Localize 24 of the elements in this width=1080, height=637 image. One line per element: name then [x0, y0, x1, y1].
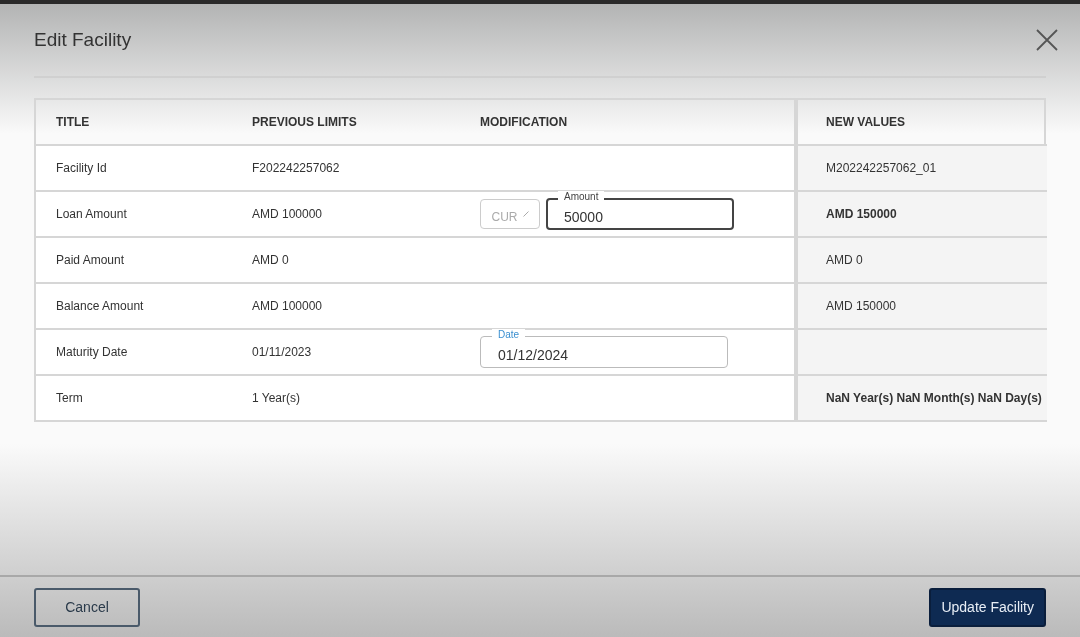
new-value: M202242257062_01 [794, 146, 1047, 192]
row-title: Facility Id [36, 146, 232, 192]
row-title: Term [36, 376, 232, 422]
previous-value: 01/11/2023 [232, 330, 460, 376]
cancel-button[interactable]: Cancel [34, 587, 140, 627]
new-value: AMD 150000 [794, 192, 1047, 238]
row-title: Balance Amount [36, 284, 232, 330]
previous-value: AMD 0 [232, 238, 460, 284]
amount-field[interactable]: Amount 50000 [546, 190, 734, 230]
previous-value: F202242257062 [232, 146, 460, 192]
row-title: Paid Amount [36, 238, 232, 284]
row-title: Loan Amount [36, 192, 232, 238]
row-title: Maturity Date [36, 330, 232, 376]
pencil-icon [522, 211, 529, 217]
update-facility-button[interactable]: Update Facility [929, 587, 1046, 627]
new-value: NaN Year(s) NaN Month(s) NaN Day(s) [794, 376, 1047, 422]
previous-value: AMD 100000 [232, 192, 460, 238]
previous-value: 1 Year(s) [232, 376, 460, 422]
close-icon[interactable] [1036, 29, 1058, 51]
date-field[interactable]: Date 01/12/2024 [480, 328, 728, 368]
dialog-title: Edit Facility [34, 29, 132, 51]
new-value: AMD 0 [794, 238, 1047, 284]
previous-value: AMD 100000 [232, 284, 460, 330]
new-value: AMD 150000 [794, 284, 1047, 330]
